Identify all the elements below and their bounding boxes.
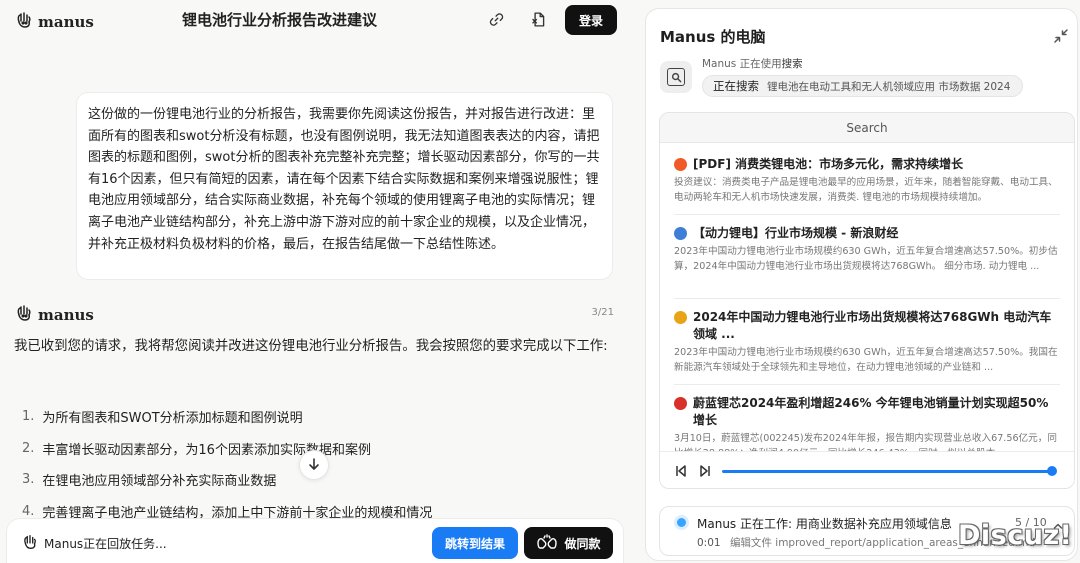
top-bar: manus 锂电池行业分析报告改进建议 登录 — [0, 0, 632, 42]
search-chip-label: 正在搜索 — [713, 79, 759, 93]
replay-bar: Manus正在回放任务... 跳转到结果 做同款 — [6, 518, 624, 563]
task-time: 0:01 — [697, 537, 721, 549]
jump-to-result-button[interactable]: 跳转到结果 — [432, 527, 518, 559]
step-number: 1. — [22, 409, 35, 425]
brand-name: manus — [38, 13, 94, 31]
brand-logo[interactable]: manus — [14, 10, 94, 34]
result-snippet: 投资建议：消费类电子产品是锂电池最早的应用场景，近年来，随着智能穿戴、电动工具、… — [674, 177, 1058, 203]
tool-status-name: 搜索 — [781, 58, 803, 70]
file-icon — [530, 11, 547, 32]
result-title[interactable]: 【动力锂电】行业市场规模 - 新浪财经 — [693, 225, 898, 242]
scroll-down-button[interactable] — [299, 450, 329, 480]
tool-status-prefix: Manus 正在使用 — [702, 58, 782, 70]
step-number: 3. — [22, 472, 35, 488]
result-divider — [674, 298, 1060, 299]
step-number: 4. — [22, 503, 35, 519]
search-query-chip: 正在搜索 锂电池在电动工具和无人机领域应用 市场数据 2024 — [702, 75, 1023, 97]
search-query-text: 锂电池在电动工具和无人机领域应用 市场数据 2024 — [767, 80, 1011, 93]
computer-panel: Manus 的电脑 Manus 正在使用搜索 正在搜索 锂电池在电动工具和无人机… — [645, 8, 1078, 561]
list-item: 1. 为所有图表和SWOT分析添加标题和图例说明 — [22, 401, 622, 433]
site-favicon-icon — [674, 227, 687, 240]
do-same-label: 做同款 — [564, 536, 601, 551]
user-message-bubble: 这份做的一份锂电池行业的分析报告，我需要你先阅读这份报告，并对报告进行改进：里面… — [76, 92, 613, 280]
chat-pane: manus 锂电池行业分析报告改进建议 登录 这份做的一份锂电池行业的分析报告，… — [0, 0, 632, 563]
site-favicon-icon — [674, 397, 687, 410]
search-icon — [667, 68, 685, 86]
result-snippet: 2023年中国动力锂电池行业市场规模约630 GWh，近五年复合增速高达57.5… — [674, 246, 1058, 272]
step-text: 为所有图表和SWOT分析添加标题和图例说明 — [42, 411, 303, 427]
result-divider — [674, 384, 1060, 385]
task-title: Manus 正在工作: 用商业数据补充应用领域信息 — [697, 517, 952, 531]
arrow-down-icon — [307, 456, 321, 475]
search-result[interactable]: 蔚蓝锂芯2024年盈利增超246% 今年锂电池销量计划实现超50%增长 3月10… — [674, 395, 1060, 451]
step-text: 在锂电池应用领域部分补充实际商业数据 — [42, 474, 277, 490]
browser-title-bar: Search — [660, 113, 1074, 143]
playback-progress-bar[interactable] — [722, 470, 1052, 473]
link-icon — [488, 11, 505, 32]
step-number: 2. — [22, 440, 35, 456]
do-same-button[interactable]: 做同款 — [524, 527, 613, 559]
browser-window: Search [PDF] 消费类锂电池：市场多元化，需求持续增长 投资建议：消费… — [659, 112, 1075, 489]
manus-hand-icon — [14, 303, 34, 327]
skip-forward-icon — [700, 465, 710, 477]
tool-status: Manus 正在使用搜索 — [702, 56, 803, 71]
file-button[interactable] — [525, 8, 551, 34]
site-favicon-icon — [674, 158, 687, 171]
computer-panel-title: Manus 的电脑 — [660, 28, 766, 46]
result-title[interactable]: [PDF] 消费类锂电池：市场多元化，需求持续增长 — [693, 156, 963, 173]
result-snippet: 3月10日，蔚蓝锂芯(002245)发布2024年年报，报告期内实现营业总收入6… — [674, 433, 1057, 451]
agent-header: manus 3/21 — [14, 303, 614, 327]
manus-hand-icon — [14, 10, 34, 34]
watermark-logo: Discuz! — [958, 520, 1073, 551]
playback-scrubber-handle[interactable] — [1047, 466, 1057, 476]
copy-link-button[interactable] — [483, 8, 509, 34]
result-snippet: 2023年中国动力锂电池行业市场规模约630 GWh，近五年复合增速高达57.5… — [674, 347, 1058, 373]
login-button[interactable]: 登录 — [565, 5, 617, 35]
replay-status: Manus正在回放任务... — [21, 533, 167, 554]
search-results[interactable]: [PDF] 消费类锂电池：市场多元化，需求持续增长 投资建议：消费类电子产品是锂… — [660, 143, 1074, 451]
collapse-button[interactable] — [1052, 27, 1070, 45]
playback-controls — [660, 451, 1074, 488]
replay-text: Manus正在回放任务... — [44, 537, 167, 551]
search-result[interactable]: 2024年中国动力锂电池行业市场出货规模将达768GWh 电动汽车领域 ... … — [674, 309, 1060, 375]
agent-reply: 我已收到您的请求，我将帮您阅读并改进这份锂电池行业分析报告。我会按照您的要求完成… — [14, 339, 608, 354]
search-result[interactable]: 【动力锂电】行业市场规模 - 新浪财经 2023年中国动力锂电池行业市场规模约6… — [674, 225, 1060, 289]
skip-back-icon — [676, 465, 686, 477]
search-tool-badge — [660, 61, 692, 93]
page-title: 锂电池行业分析报告改进建议 — [182, 11, 378, 29]
search-result[interactable]: [PDF] 消费类锂电池：市场多元化，需求持续增长 投资建议：消费类电子产品是锂… — [674, 156, 1060, 205]
message-counter: 3/21 — [591, 307, 614, 318]
site-favicon-icon — [674, 311, 687, 324]
minimize-arrows-icon — [1052, 29, 1070, 49]
result-title[interactable]: 2024年中国动力锂电池行业市场出货规模将达768GWh 电动汽车领域 ... — [693, 309, 1060, 343]
result-divider — [674, 214, 1060, 215]
manus-hand-icon — [21, 533, 39, 554]
agent-name: manus — [38, 306, 94, 324]
working-status-dot — [677, 518, 686, 527]
hands-icon — [536, 533, 558, 553]
result-title[interactable]: 蔚蓝锂芯2024年盈利增超246% 今年锂电池销量计划实现超50%增长 — [693, 395, 1060, 429]
